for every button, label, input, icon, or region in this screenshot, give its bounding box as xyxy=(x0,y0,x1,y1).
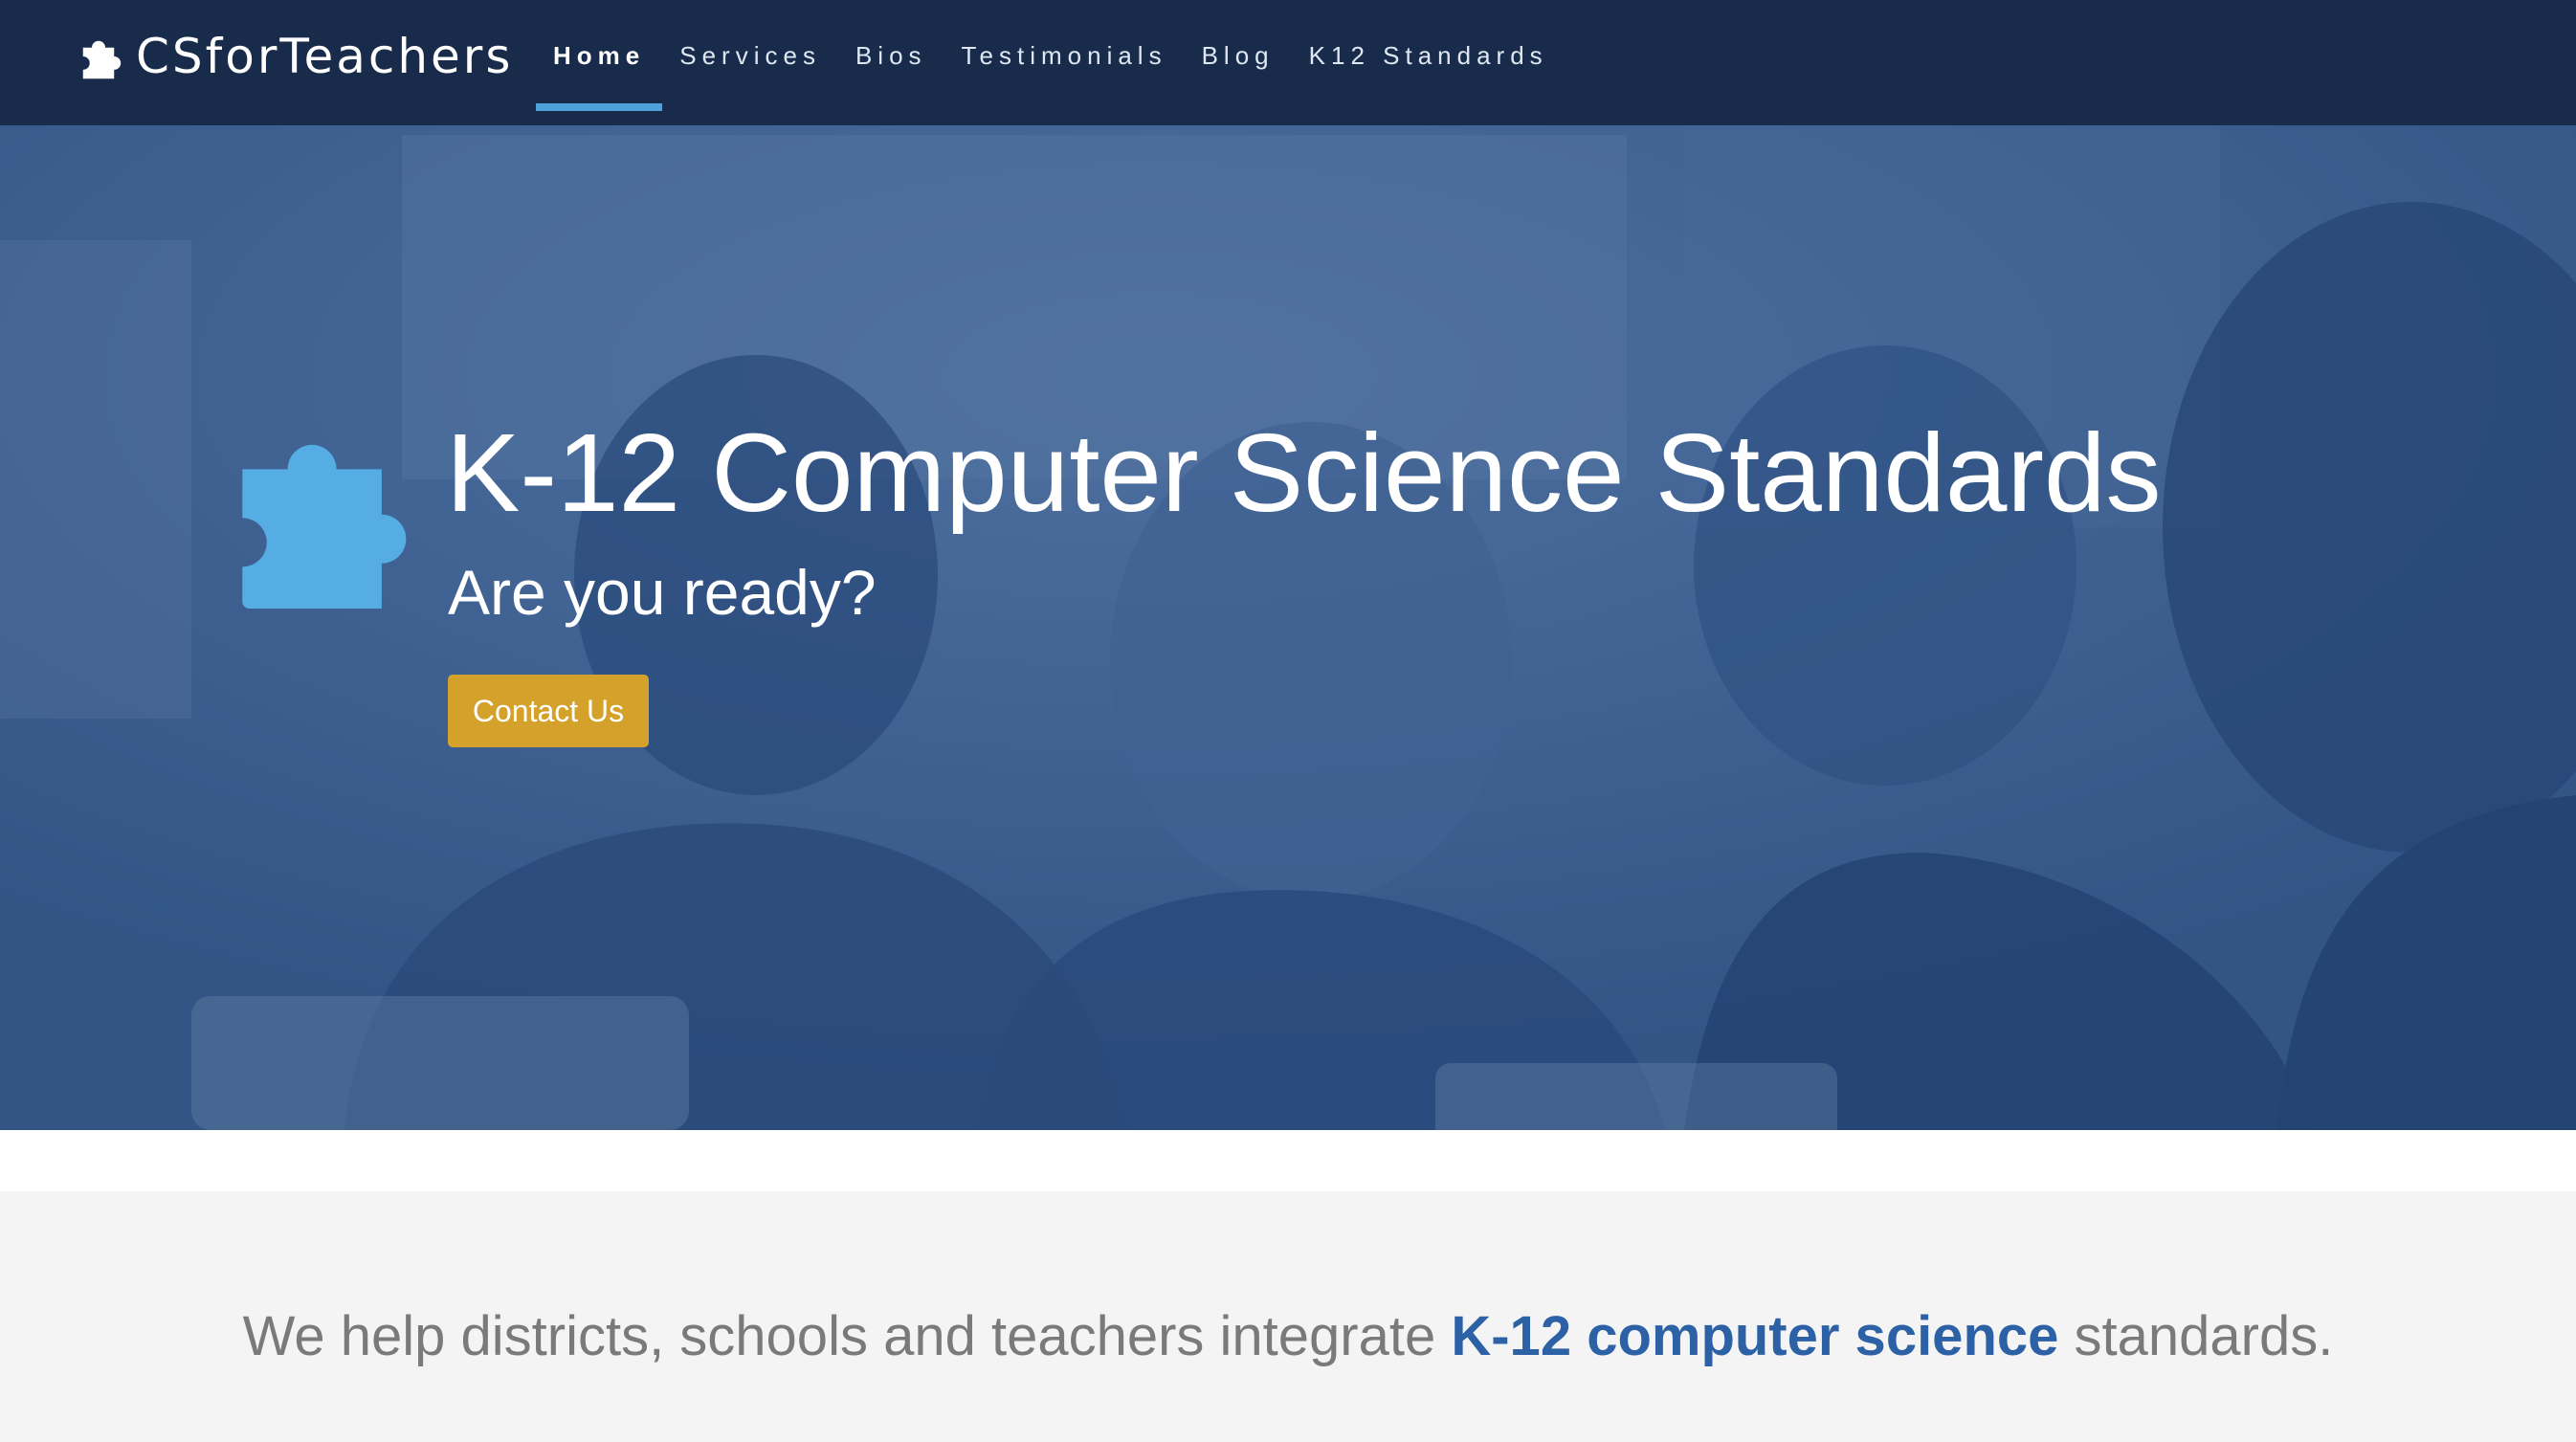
tagline-suffix: standards. xyxy=(2058,1305,2334,1367)
hero-banner: K-12 Computer Science Standards Are you … xyxy=(0,125,2576,1130)
nav-item-home[interactable]: Home xyxy=(536,0,663,111)
puzzle-piece-icon xyxy=(82,40,122,79)
navbar: CSforTeachers Home Services Bios Testimo… xyxy=(0,0,2576,125)
nav-item-k12-standards[interactable]: K12 Standards xyxy=(1292,0,1566,111)
nav-item-services[interactable]: Services xyxy=(662,0,838,111)
brand-name: CSforTeachers xyxy=(136,29,514,84)
tagline-prefix: We help districts, schools and teachers … xyxy=(242,1305,1452,1367)
tagline-highlight: K-12 computer science xyxy=(1451,1305,2059,1367)
puzzle-piece-icon xyxy=(242,444,407,609)
tagline-section: We help districts, schools and teachers … xyxy=(0,1191,2576,1442)
nav-item-bios[interactable]: Bios xyxy=(838,0,944,111)
nav-item-testimonials[interactable]: Testimonials xyxy=(944,0,1185,111)
brand-logo-link[interactable]: CSforTeachers xyxy=(71,23,513,90)
hero-overlay xyxy=(0,125,2576,1130)
hero-subtitle: Are you ready? xyxy=(448,557,877,628)
contact-us-button[interactable]: Contact Us xyxy=(448,675,649,747)
hero-title: K-12 Computer Science Standards xyxy=(446,410,2162,535)
nav-item-blog[interactable]: Blog xyxy=(1185,0,1292,111)
main-nav: Home Services Bios Testimonials Blog K12… xyxy=(536,0,1566,125)
tagline: We help districts, schools and teachers … xyxy=(0,1304,2576,1368)
